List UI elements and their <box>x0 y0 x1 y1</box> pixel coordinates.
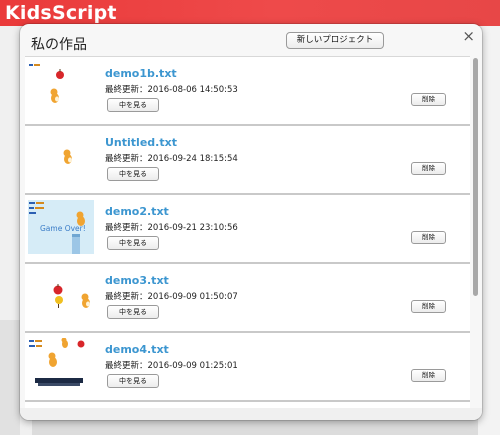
view-button[interactable]: 中を見る <box>107 236 159 250</box>
project-thumbnail[interactable]: Game Over! <box>28 200 94 254</box>
thumbnail-text: Game Over! <box>40 224 86 233</box>
delete-button[interactable]: 削除 <box>411 369 446 382</box>
view-button[interactable]: 中を見る <box>107 167 159 181</box>
project-updated: 最終更新：2016-09-21 23:10:56 <box>105 223 238 233</box>
project-thumbnail[interactable] <box>28 269 94 323</box>
project-row: demo3.txt 最終更新：2016-09-09 01:50:07 中を見る … <box>25 264 470 333</box>
view-button[interactable]: 中を見る <box>107 374 159 388</box>
project-updated: 最終更新：2016-09-24 18:15:54 <box>105 154 238 164</box>
view-button[interactable]: 中を見る <box>107 305 159 319</box>
project-name[interactable]: Untitled.txt <box>105 136 177 149</box>
new-project-button[interactable]: 新しいプロジェクト <box>286 32 384 49</box>
project-thumbnail[interactable] <box>28 62 94 116</box>
project-name[interactable]: demo4.txt <box>105 343 169 356</box>
background-left-strip <box>0 320 20 435</box>
view-button[interactable]: 中を見る <box>107 98 159 112</box>
delete-button[interactable]: 削除 <box>411 300 446 313</box>
project-row: Untitled.txt 最終更新：2016-09-24 18:15:54 中を… <box>25 126 470 195</box>
dialog-title: 私の作品 <box>31 37 87 53</box>
app-logo: KidsScript <box>5 2 117 24</box>
project-thumbnail[interactable] <box>28 131 94 185</box>
project-name[interactable]: demo3.txt <box>105 274 169 287</box>
project-row: Game Over! demo2.txt 最終更新：2016-09-21 23:… <box>25 195 470 264</box>
project-updated: 最終更新：2016-09-09 01:50:07 <box>105 292 238 302</box>
my-works-dialog: 私の作品 新しいプロジェクト × demo1b.txt 最終更新：2016-08… <box>20 24 482 420</box>
app-header: KidsScript <box>0 0 500 26</box>
project-thumbnail[interactable] <box>28 338 94 392</box>
close-icon[interactable]: × <box>462 27 475 45</box>
project-row: demo1b.txt 最終更新：2016-08-06 14:50:53 中を見る… <box>25 57 470 126</box>
delete-button[interactable]: 削除 <box>411 231 446 244</box>
project-row: demo4.txt 最終更新：2016-09-09 01:25:01 中を見る … <box>25 333 470 402</box>
scrollbar-thumb[interactable] <box>473 58 478 296</box>
list-scrollbar[interactable] <box>472 58 479 405</box>
project-list[interactable]: demo1b.txt 最終更新：2016-08-06 14:50:53 中を見る… <box>25 56 470 409</box>
delete-button[interactable]: 削除 <box>411 162 446 175</box>
project-updated: 最終更新：2016-09-09 01:25:01 <box>105 361 238 371</box>
project-name[interactable]: demo2.txt <box>105 205 169 218</box>
delete-button[interactable]: 削除 <box>411 93 446 106</box>
project-updated: 最終更新：2016-08-06 14:50:53 <box>105 85 238 95</box>
dialog-footer <box>20 408 482 420</box>
project-name[interactable]: demo1b.txt <box>105 67 177 80</box>
